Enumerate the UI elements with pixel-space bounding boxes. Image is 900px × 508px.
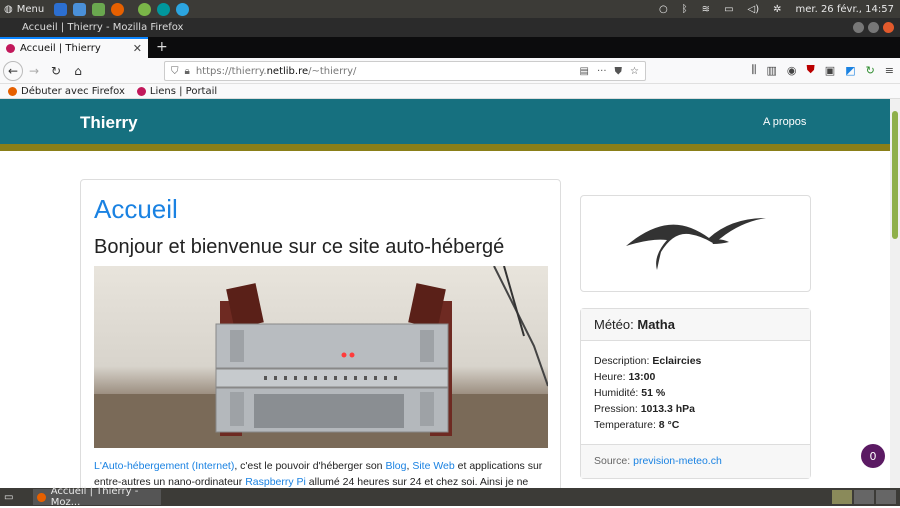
tab-label: Accueil | Thierry [20, 43, 101, 54]
bookmark-label: Débuter avec Firefox [21, 85, 125, 97]
address-bar[interactable]: ⛉ 🔒︎ https://thierry.netlib.re/~thierry/… [164, 61, 646, 81]
page-subtitle: Bonjour et bienvenue sur ce site auto-hé… [94, 236, 505, 258]
clock[interactable]: mer. 26 févr., 14:57 [796, 4, 895, 15]
wifi-icon[interactable]: ≋ [702, 4, 710, 15]
notification-badge[interactable]: 0 [861, 444, 885, 468]
weather-row: Heure: 13:00 [594, 371, 656, 383]
weather-source-link[interactable]: prevision-meteo.ch [633, 455, 722, 467]
weather-footer: Source: prevision-meteo.ch [581, 444, 810, 478]
extension-badge-icon[interactable]: ◩ [845, 64, 855, 77]
hamburger-menu-icon[interactable]: ≡ [885, 64, 894, 77]
system-taskbar: ▭ Accueil | Thierry - Moz... [0, 486, 900, 508]
pocket-icon[interactable]: ⛊ [615, 66, 623, 77]
tab-strip: Accueil | Thierry ✕ + [0, 37, 900, 58]
weather-row: Description: Eclaircies [594, 355, 702, 367]
scrollbar-thumb[interactable] [892, 111, 898, 239]
close-tab-icon[interactable]: ✕ [133, 42, 142, 55]
link-site-web[interactable]: Site Web [412, 460, 454, 472]
window-title: Accueil | Thierry - Mozilla Firefox [22, 22, 184, 33]
back-button[interactable]: ← [3, 60, 23, 81]
bookmark-debuter[interactable]: Débuter avec Firefox [8, 86, 125, 97]
shield-icon[interactable]: ⛉ [171, 66, 179, 77]
weather-city: Matha [637, 317, 675, 332]
page-title: Accueil [94, 194, 178, 224]
battery-icon[interactable]: ▭ [724, 4, 733, 15]
workspace-2[interactable] [854, 490, 874, 504]
home-button[interactable]: ⌂ [67, 60, 89, 82]
new-tab-button[interactable]: + [156, 37, 168, 58]
tab-accueil[interactable]: Accueil | Thierry ✕ [0, 37, 148, 58]
account-icon[interactable]: ◉ [787, 64, 797, 77]
site-header: Thierry A propos [0, 99, 890, 144]
firefox-icon [37, 492, 46, 502]
page-actions-icon[interactable]: ··· [597, 66, 607, 77]
bird-logo-icon [626, 218, 766, 270]
taskbar-task-label: Accueil | Thierry - Moz... [50, 486, 139, 508]
nav-about-link[interactable]: A propos [763, 116, 806, 128]
weather-card: Météo: Matha Description: Eclaircies Heu… [580, 308, 811, 479]
system-menu-button[interactable]: ◍ Menu [0, 4, 44, 15]
weather-header: Météo: Matha [581, 309, 810, 341]
bookmark-star-icon[interactable]: ☆ [630, 66, 639, 77]
site-favicon-icon [136, 86, 146, 96]
sync-extension-icon[interactable]: ↻ [866, 64, 875, 77]
library-icon[interactable]: ⫼ [751, 63, 756, 77]
workspace-3[interactable] [876, 490, 896, 504]
server-photo [94, 266, 548, 448]
intro-paragraph: L'Auto-hébergement (Internet), c'est le … [94, 460, 543, 488]
logo-card [580, 195, 811, 292]
site-brand[interactable]: Thierry [80, 113, 138, 133]
firefox-icon [8, 86, 17, 96]
weather-row: Temperature: 8 °C [594, 419, 680, 431]
extension-icon[interactable]: ▣ [825, 64, 835, 77]
weather-row: Pression: 1013.3 hPa [594, 403, 695, 415]
forward-button[interactable]: → [23, 60, 45, 82]
volume-icon[interactable]: ◁) [748, 4, 760, 15]
link-raspberry-pi[interactable]: Raspberry Pi [245, 476, 306, 488]
lock-icon[interactable]: 🔒︎ [185, 66, 190, 77]
site-favicon-icon [6, 44, 15, 53]
lightbulb-icon[interactable]: ○ [659, 4, 668, 15]
bookmark-liens[interactable]: Liens | Portail [136, 85, 218, 97]
arduino-app-icon[interactable] [157, 2, 171, 16]
system-menu-label: Menu [16, 3, 45, 15]
sidebar-icon[interactable]: ▥ [766, 64, 776, 77]
system-top-bar: ◍ Menu ○ ᛒ ≋ ▭ ◁) ✲ mer. 26 févr., 14:57 [0, 0, 900, 18]
page-scrollbar[interactable] [890, 99, 900, 488]
menu-icon: ◍ [4, 3, 13, 15]
link-auto-hebergement[interactable]: L'Auto-hébergement (Internet) [94, 460, 234, 472]
header-stripe [0, 144, 890, 151]
firefox-app-icon[interactable] [111, 2, 125, 16]
settings-icon[interactable]: ✲ [773, 4, 781, 15]
reload-button[interactable]: ↻ [45, 60, 67, 82]
window-titlebar: Accueil | Thierry - Mozilla Firefox [0, 18, 900, 37]
workspace-1[interactable] [832, 490, 852, 504]
weather-body: Description: Eclaircies Heure: 13:00 Hum… [581, 341, 810, 445]
chrome-app-icon[interactable] [73, 2, 87, 16]
app-y-icon[interactable] [138, 2, 152, 16]
main-card: Accueil Bonjour et bienvenue sur ce site… [80, 179, 561, 488]
weather-row: Humidité: 51 % [594, 387, 666, 399]
telegram-app-icon[interactable] [176, 2, 190, 16]
bookmark-label: Liens | Portail [149, 85, 218, 97]
server-photo-drawing [94, 266, 548, 448]
navigation-toolbar: ← → ↻ ⌂ ⛉ 🔒︎ https://thierry.netlib.re/~… [0, 58, 900, 84]
ublock-icon[interactable]: ⛊ [807, 63, 815, 77]
quick-launch [54, 2, 190, 16]
link-blog[interactable]: Blog [385, 460, 406, 472]
show-desktop-icon[interactable]: ▭ [4, 492, 13, 503]
files-app-icon[interactable] [54, 2, 68, 16]
taskbar-firefox-window[interactable]: Accueil | Thierry - Moz... [33, 486, 162, 508]
folder-app-icon[interactable] [92, 2, 106, 16]
maximize-button[interactable] [868, 22, 879, 33]
page-viewport: Thierry A propos Accueil Bonjour et bien… [0, 99, 890, 488]
bookmarks-toolbar: Débuter avec Firefox Liens | Portail [0, 84, 900, 99]
bluetooth-icon[interactable]: ᛒ [682, 4, 688, 15]
reader-view-icon[interactable]: ▤ [580, 66, 589, 77]
url-text[interactable]: https://thierry.netlib.re/~thierry/ [196, 66, 357, 77]
minimize-button[interactable] [853, 22, 864, 33]
close-window-button[interactable] [883, 22, 894, 33]
